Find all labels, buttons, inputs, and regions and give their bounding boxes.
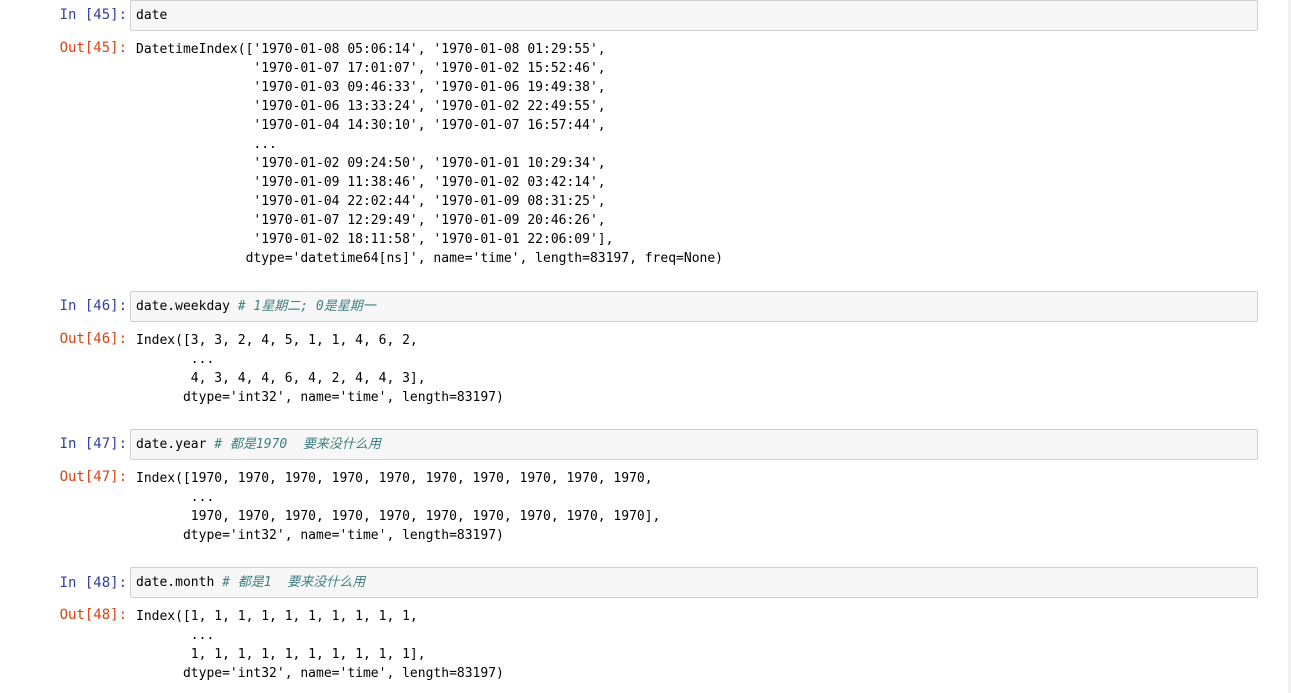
code-input[interactable]: date (130, 0, 1258, 31)
code-source: date.year (136, 437, 215, 452)
cell-output: DatetimeIndex(['1970-01-08 05:06:14', '1… (136, 42, 723, 266)
code-text: date (136, 6, 167, 25)
code-source: date (136, 8, 168, 23)
input-prompt: In [48]: (59, 575, 127, 591)
notebook-page: In [45]: date Out[45]: DatetimeIndex(['1… (0, 0, 1291, 693)
code-input[interactable]: date.month # 都是1 要来没什么用 (130, 567, 1258, 598)
code-input[interactable]: date.year # 都是1970 要来没什么用 (130, 429, 1258, 460)
input-prompt: In [45]: (59, 7, 127, 23)
code-source: date.month (136, 575, 223, 590)
code-comment: # 都是1970 要来没什么用 (214, 437, 381, 452)
output-prompt: Out[45]: (59, 40, 127, 56)
cell-output: Index([1, 1, 1, 1, 1, 1, 1, 1, 1, 1, ...… (136, 609, 504, 681)
code-text: date.month # 都是1 要来没什么用 (136, 573, 365, 592)
code-text: date.weekday # 1星期二; 0是星期一 (136, 297, 376, 316)
cell-output: Index([1970, 1970, 1970, 1970, 1970, 197… (136, 471, 661, 543)
code-text: date.year # 都是1970 要来没什么用 (136, 435, 381, 454)
cell-output: Index([3, 3, 2, 4, 5, 1, 1, 4, 6, 2, ...… (136, 333, 504, 405)
code-comment: # 都是1 要来没什么用 (222, 575, 366, 590)
output-prompt: Out[46]: (59, 331, 127, 347)
input-prompt: In [47]: (59, 436, 127, 452)
output-prompt: Out[47]: (59, 469, 127, 485)
code-input[interactable]: date.weekday # 1星期二; 0是星期一 (130, 291, 1258, 322)
code-source: date.weekday (136, 299, 238, 314)
output-prompt: Out[48]: (59, 607, 127, 623)
input-prompt: In [46]: (59, 298, 127, 314)
code-comment: # 1星期二; 0是星期一 (237, 299, 376, 314)
